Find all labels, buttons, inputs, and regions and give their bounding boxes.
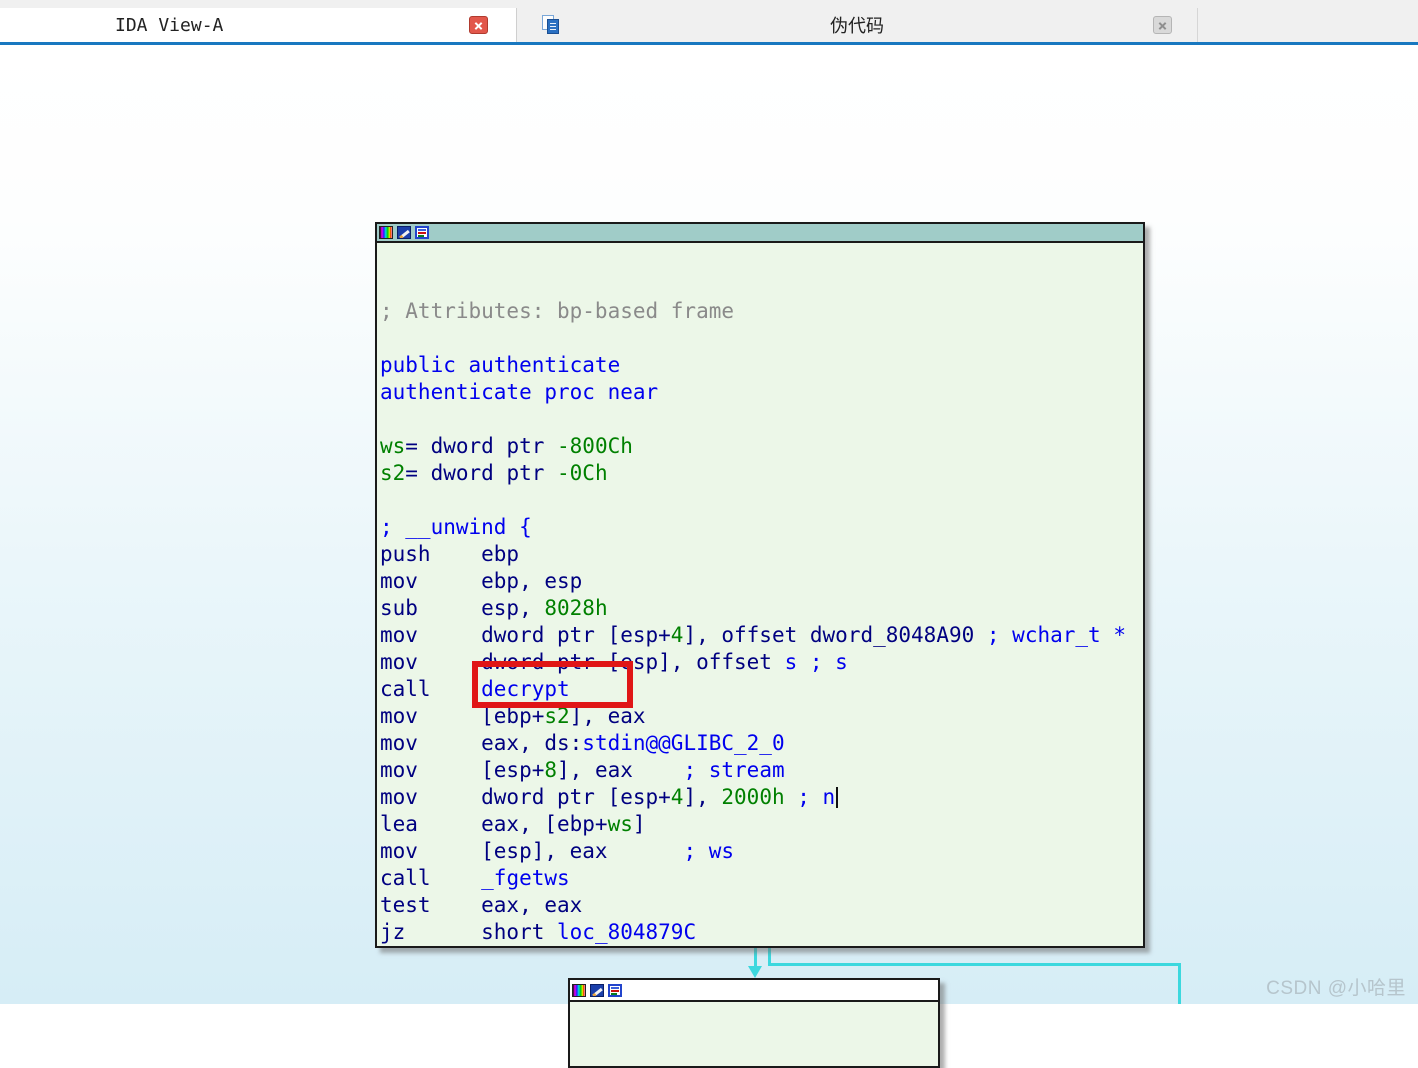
code-line[interactable] <box>380 325 1143 352</box>
code-line[interactable]: ; __unwind { <box>380 514 1143 541</box>
code-line[interactable]: public authenticate <box>380 352 1143 379</box>
code-line[interactable]: authenticate proc near <box>380 379 1143 406</box>
code-line[interactable]: s2= dword ptr -0Ch <box>380 460 1143 487</box>
edit-pencil-icon[interactable] <box>397 226 411 239</box>
edit-pencil-icon[interactable] <box>590 983 604 997</box>
code-line[interactable]: jz short loc_804879C <box>380 919 1143 946</box>
annotation-highlight-box <box>472 661 633 708</box>
code-line[interactable]: mov eax, ds:stdin@@GLIBC_2_0 <box>380 730 1143 757</box>
node-title-bar[interactable] <box>570 980 938 1002</box>
code-line[interactable]: ; Attributes: bp-based frame <box>380 298 1143 325</box>
basic-block-node[interactable]: ; Attributes: bp-based frame public authe… <box>375 222 1145 948</box>
code-line[interactable]: ws= dword ptr -800Ch <box>380 433 1143 460</box>
close-icon[interactable] <box>469 16 488 34</box>
code-line[interactable]: mov dword ptr [esp+4], 2000h ; n <box>380 784 1143 811</box>
tab-label: IDA View-A <box>115 14 224 36</box>
code-line[interactable]: mov [esp], eax ; ws <box>380 838 1143 865</box>
disassembly-code[interactable]: ; Attributes: bp-based frame public authe… <box>377 243 1143 946</box>
flow-edge-branch-horizontal <box>768 963 1180 966</box>
close-icon[interactable] <box>1153 16 1172 34</box>
palette-icon[interactable] <box>572 983 586 997</box>
code-line[interactable] <box>380 406 1143 433</box>
flow-edge-arrowhead <box>748 966 762 978</box>
code-line[interactable] <box>380 487 1143 514</box>
code-line[interactable]: call _fgetws <box>380 865 1143 892</box>
node-info-icon[interactable] <box>415 226 429 239</box>
code-line[interactable]: lea eax, [ebp+ws] <box>380 811 1143 838</box>
code-line[interactable]: mov ebp, esp <box>380 568 1143 595</box>
graph-view[interactable]: ; Attributes: bp-based frame public authe… <box>0 45 1418 1068</box>
flow-edge-down <box>754 948 757 968</box>
node-title-bar[interactable] <box>377 224 1143 243</box>
code-line[interactable]: push ebp <box>380 541 1143 568</box>
document-icon <box>542 15 561 35</box>
code-line[interactable]: sub esp, 8028h <box>380 595 1143 622</box>
node-info-icon[interactable] <box>608 983 622 997</box>
tab-bar: IDA View-A 伪代码 <box>0 0 1418 45</box>
tab-label: 伪代码 <box>830 16 884 37</box>
tab-pseudocode[interactable]: 伪代码 <box>517 8 1198 42</box>
code-line[interactable]: mov [esp+8], eax ; stream <box>380 757 1143 784</box>
flow-edge-branch-vertical <box>1178 963 1181 1004</box>
palette-icon[interactable] <box>379 226 393 239</box>
watermark: CSDN @小哈里 <box>1266 978 1406 999</box>
basic-block-node-2[interactable] <box>568 978 940 1068</box>
code-line[interactable]: test eax, eax <box>380 892 1143 919</box>
code-line[interactable]: mov dword ptr [esp+4], offset dword_8048… <box>380 622 1143 649</box>
text-cursor <box>836 787 839 808</box>
tab-ida-view-a[interactable]: IDA View-A <box>0 8 517 42</box>
